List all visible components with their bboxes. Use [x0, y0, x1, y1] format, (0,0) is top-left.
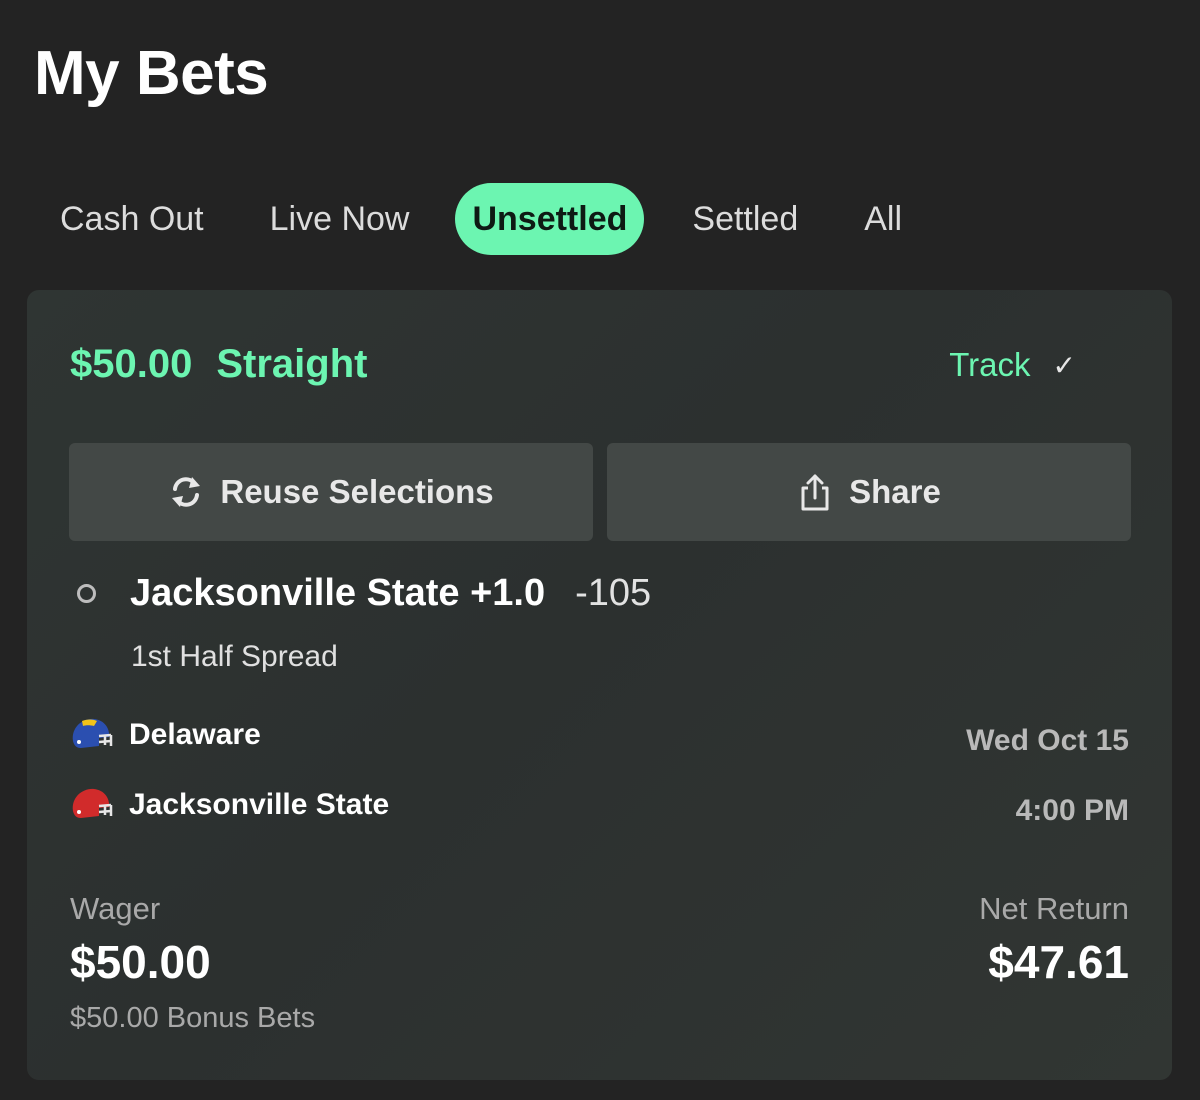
selection-odds: -105 — [575, 572, 652, 614]
net-return-amount: $47.61 — [988, 936, 1129, 988]
selection-market: 1st Half Spread — [131, 640, 338, 673]
selection-name: Jacksonville State +1.0 — [130, 572, 546, 614]
team-name-home: Delaware — [129, 718, 261, 751]
bet-card[interactable]: $50.00 Straight Track ✓ Reuse Selections… — [27, 290, 1172, 1080]
game-date: Wed Oct 15 — [966, 724, 1129, 757]
my-bets-page: My Bets Cash Out Live Now Unsettled Sett… — [0, 0, 1200, 1100]
share-icon — [801, 474, 829, 511]
tab-all[interactable]: All — [844, 183, 922, 255]
tab-cash-out[interactable]: Cash Out — [40, 183, 224, 255]
bet-amount: $50.00 — [70, 342, 193, 386]
net-return-label: Net Return — [979, 891, 1129, 926]
share-button[interactable]: Share — [607, 443, 1131, 541]
helmet-icon — [72, 718, 113, 748]
bet-filter-tabs: Cash Out Live Now Unsettled Settled All — [40, 183, 948, 255]
page-title: My Bets — [34, 39, 269, 108]
reuse-selections-label: Reuse Selections — [220, 473, 494, 510]
wager-amount: $50.00 — [70, 936, 211, 988]
bonus-bets-text: $50.00 Bonus Bets — [70, 1002, 316, 1034]
selection-status-icon — [77, 584, 96, 603]
team-row-away: Jacksonville State — [69, 785, 389, 825]
game-time: 4:00 PM — [1015, 794, 1129, 827]
bet-selection: Jacksonville State +1.0 -105 — [77, 572, 651, 615]
track-button[interactable]: Track ✓ — [949, 346, 1076, 384]
bet-type: Straight — [216, 342, 368, 386]
reuse-selections-button[interactable]: Reuse Selections — [69, 443, 593, 541]
team-name-away: Jacksonville State — [129, 788, 390, 821]
share-label: Share — [849, 473, 941, 510]
wager-label: Wager — [70, 891, 161, 926]
track-label: Track — [949, 346, 1031, 383]
tab-live-now[interactable]: Live Now — [250, 183, 430, 255]
checkmark-icon: ✓ — [1052, 349, 1076, 381]
bet-header: $50.00 Straight — [70, 342, 367, 387]
tab-unsettled[interactable]: Unsettled — [455, 183, 645, 255]
tab-settled[interactable]: Settled — [672, 183, 818, 255]
team-row-home: Delaware — [69, 715, 261, 755]
refresh-icon — [172, 477, 201, 507]
helmet-icon — [72, 788, 113, 818]
